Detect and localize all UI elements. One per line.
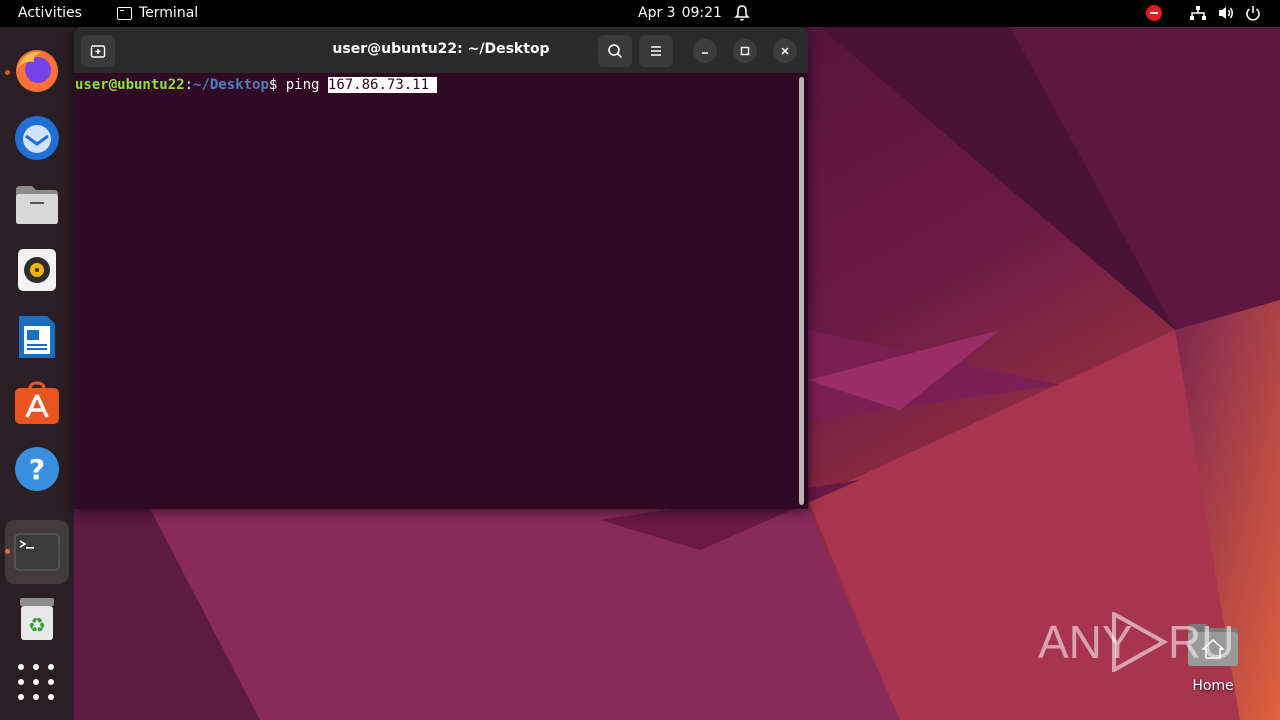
notification-bell-icon[interactable]	[734, 4, 750, 22]
home-folder-label[interactable]: Home	[1173, 678, 1253, 694]
writer-icon	[19, 316, 55, 358]
prompt-user: user@ubuntu22	[75, 77, 185, 93]
dock-item-firefox[interactable]	[10, 44, 64, 98]
firefox-icon	[16, 50, 58, 92]
command-text: ping	[285, 77, 328, 93]
search-icon	[608, 44, 623, 59]
maximize-icon	[740, 46, 750, 56]
prompt-path: ~/Desktop	[193, 77, 269, 93]
prompt-separator: :	[184, 77, 194, 93]
watermark-run: RUN	[1168, 616, 1238, 668]
anyrun-watermark: ANY RUN	[1038, 612, 1238, 672]
dock-item-writer[interactable]	[10, 310, 64, 364]
svg-text:♻: ♻	[28, 613, 46, 637]
watermark-any: ANY	[1038, 616, 1133, 668]
close-button[interactable]	[773, 39, 797, 63]
app-center-icon	[15, 381, 59, 424]
clock-time: 09:21	[681, 5, 722, 21]
rhythmbox-icon	[18, 249, 56, 291]
prompt-symbol: $	[268, 77, 286, 93]
files-icon	[16, 186, 58, 224]
terminal-headerbar[interactable]: user@ubuntu22: ~/Desktop	[74, 27, 808, 73]
terminal-app-icon	[117, 6, 132, 20]
dock-item-files[interactable]	[10, 178, 64, 232]
maximize-button[interactable]	[733, 39, 757, 63]
dock-item-terminal[interactable]	[5, 520, 69, 584]
power-icon[interactable]	[1244, 4, 1262, 22]
error-status-icon[interactable]	[1146, 5, 1162, 21]
search-button[interactable]	[598, 35, 632, 67]
show-applications-button[interactable]	[18, 664, 54, 700]
close-icon	[781, 47, 789, 55]
help-icon: ?	[15, 447, 59, 491]
dock-item-app-center[interactable]	[10, 376, 64, 430]
clock-date: Apr 3	[638, 5, 676, 21]
svg-text:?: ?	[29, 453, 45, 486]
dock: ? ♻	[0, 27, 74, 720]
thunderbird-icon	[15, 116, 59, 160]
hamburger-icon	[651, 46, 661, 56]
minimize-icon	[702, 52, 708, 54]
dock-item-trash[interactable]: ♻	[10, 592, 64, 646]
dock-item-help[interactable]: ?	[10, 442, 64, 496]
app-menu[interactable]: Terminal	[117, 5, 198, 21]
volume-icon[interactable]	[1217, 5, 1235, 21]
clock[interactable]: Apr 3 09:21	[638, 5, 722, 21]
activities-button[interactable]: Activities	[18, 5, 82, 21]
network-icon[interactable]	[1189, 5, 1207, 21]
terminal-output[interactable]: user@ubuntu22:~/Desktop$ ping 167.86.73.…	[74, 73, 808, 509]
app-menu-label: Terminal	[139, 5, 199, 21]
menu-button[interactable]	[639, 35, 673, 67]
terminal-window[interactable]: user@ubuntu22: ~/Desktop user@ubuntu22:~…	[74, 27, 808, 509]
selected-text: 167.86.73.11	[327, 77, 438, 93]
terminal-icon	[14, 533, 60, 571]
trash-icon: ♻	[20, 598, 54, 640]
prompt-line: user@ubuntu22:~/Desktop$ ping 167.86.73.…	[75, 77, 438, 93]
top-bar: Activities Terminal Apr 3 09:21	[0, 0, 1280, 27]
dock-item-thunderbird[interactable]	[10, 110, 64, 164]
minimize-button[interactable]	[693, 39, 717, 63]
scrollbar[interactable]	[799, 77, 804, 505]
dock-item-rhythmbox[interactable]	[10, 243, 64, 297]
